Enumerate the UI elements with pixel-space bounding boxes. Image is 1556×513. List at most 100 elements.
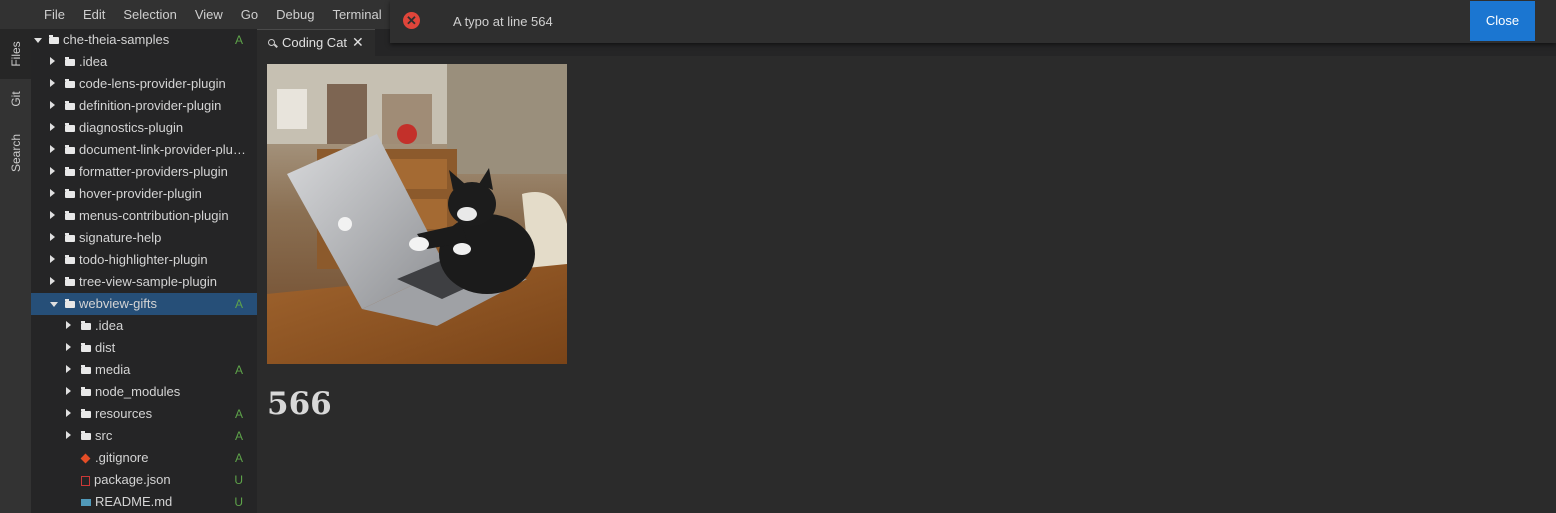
chevron-right-icon	[50, 167, 55, 175]
activity-tab-files-label: Files	[8, 41, 23, 67]
tree-item-label: README.md	[95, 494, 173, 509]
tree-item[interactable]: code-lens-provider-plugin	[31, 73, 257, 95]
chevron-right-icon	[66, 409, 71, 417]
tree-item[interactable]: resources A	[31, 403, 257, 425]
tree-item[interactable]: document-link-provider-plugin	[31, 139, 257, 161]
tree-item-label: code-lens-provider-plugin	[79, 76, 226, 91]
git-status-badge: A	[234, 33, 243, 47]
chevron-right-icon	[50, 145, 55, 153]
tree-item[interactable]: tree-view-sample-plugin	[31, 271, 257, 293]
tree-item[interactable]: README.md U	[31, 491, 257, 513]
tree-item[interactable]: src A	[31, 425, 257, 447]
folder-icon	[65, 57, 75, 66]
tree-item-label: menus-contribution-plugin	[79, 208, 229, 223]
folder-icon	[65, 101, 75, 110]
activity-tab-files[interactable]: Files	[0, 29, 31, 79]
coding-cat-illustration	[267, 64, 567, 364]
git-status-badge: A	[234, 429, 243, 443]
git-file-icon	[80, 453, 91, 464]
tree-item-label: .idea	[79, 54, 108, 69]
coding-cat-image	[267, 64, 567, 364]
folder-icon	[49, 35, 59, 44]
tree-item-label: tree-view-sample-plugin	[79, 274, 217, 289]
folder-icon	[81, 321, 91, 330]
folder-icon	[81, 365, 91, 374]
tree-item-label: .gitignore	[95, 450, 149, 465]
tree-item-label: .idea	[95, 318, 124, 333]
folder-icon	[81, 431, 91, 440]
chevron-right-icon	[50, 233, 55, 241]
tree-item-label: hover-provider-plugin	[79, 186, 202, 201]
chevron-right-icon	[66, 365, 71, 373]
menu-selection[interactable]: Selection	[114, 0, 185, 29]
tree-item-label: webview-gifts	[79, 296, 158, 311]
chevron-right-icon	[50, 79, 55, 87]
folder-icon	[81, 343, 91, 352]
tree-item[interactable]: todo-highlighter-plugin	[31, 249, 257, 271]
tree-item-label: media	[95, 362, 131, 377]
tree-item[interactable]: dist	[31, 337, 257, 359]
tree-item[interactable]: node_modules	[31, 381, 257, 403]
menu-items: File Edit Selection View Go Debug Termin…	[44, 0, 391, 29]
tree-item[interactable]: package.json U	[31, 469, 257, 491]
menu-file[interactable]: File	[44, 0, 74, 29]
markdown-file-icon	[81, 499, 91, 506]
tree-item-label: document-link-provider-plugin	[79, 142, 247, 157]
chevron-right-icon	[50, 211, 55, 219]
tree-item-label: node_modules	[95, 384, 181, 399]
tree-item-root[interactable]: che-theia-samples A	[31, 29, 257, 51]
activity-bar: Files Git Search	[0, 29, 31, 513]
file-explorer: che-theia-samples A .idea code-lens-prov…	[31, 29, 257, 513]
chevron-right-icon	[50, 277, 55, 285]
tree-item-label: dist	[95, 340, 116, 355]
tree-item[interactable]: .idea	[31, 315, 257, 337]
close-icon[interactable]: ✕	[352, 30, 364, 55]
typo-counter: 566	[267, 386, 332, 422]
chevron-right-icon	[50, 101, 55, 109]
chevron-right-icon	[66, 387, 71, 395]
chevron-right-icon	[66, 431, 71, 439]
chevron-down-icon	[50, 302, 58, 307]
tab-coding-cat[interactable]: Coding Cat ✕	[257, 29, 375, 56]
menu-edit[interactable]: Edit	[74, 0, 114, 29]
folder-icon	[65, 299, 75, 308]
notification-message: A typo at line 564	[453, 14, 553, 29]
folder-icon	[65, 79, 75, 88]
tree-item[interactable]: formatter-providers-plugin	[31, 161, 257, 183]
tree-item-selected[interactable]: webview-gifts A	[31, 293, 257, 315]
activity-tab-search[interactable]: Search	[0, 124, 31, 182]
notification-bar: ✕ A typo at line 564 Close	[390, 0, 1556, 43]
tree-item-label: package.json	[94, 472, 171, 487]
tree-item[interactable]: hover-provider-plugin	[31, 183, 257, 205]
activity-tab-git[interactable]: Git	[0, 79, 31, 119]
activity-tab-search-label: Search	[8, 133, 23, 173]
folder-icon	[65, 167, 75, 176]
close-button[interactable]: Close	[1470, 1, 1535, 41]
git-status-badge: U	[234, 495, 243, 509]
chevron-right-icon	[50, 123, 55, 131]
menu-go[interactable]: Go	[232, 0, 267, 29]
folder-icon	[65, 145, 75, 154]
tab-label: Coding Cat	[282, 35, 348, 50]
menu-view[interactable]: View	[186, 0, 232, 29]
webview-panel: 566	[257, 56, 1556, 513]
search-icon	[268, 39, 275, 46]
error-icon: ✕	[403, 12, 420, 29]
tree-item[interactable]: media A	[31, 359, 257, 381]
git-status-badge: A	[234, 451, 243, 465]
folder-icon	[65, 255, 75, 264]
git-status-badge: U	[234, 473, 243, 487]
tree-item[interactable]: menus-contribution-plugin	[31, 205, 257, 227]
tree-item[interactable]: signature-help	[31, 227, 257, 249]
tree-item[interactable]: definition-provider-plugin	[31, 95, 257, 117]
chevron-down-icon	[34, 38, 42, 43]
tree-item[interactable]: diagnostics-plugin	[31, 117, 257, 139]
git-status-badge: A	[234, 297, 243, 311]
chevron-right-icon	[50, 57, 55, 65]
tree-item-label: definition-provider-plugin	[79, 98, 222, 113]
tree-item[interactable]: .gitignore A	[31, 447, 257, 469]
menu-debug[interactable]: Debug	[267, 0, 323, 29]
tree-item[interactable]: .idea	[31, 51, 257, 73]
chevron-right-icon	[66, 321, 71, 329]
menu-terminal[interactable]: Terminal	[323, 0, 390, 29]
